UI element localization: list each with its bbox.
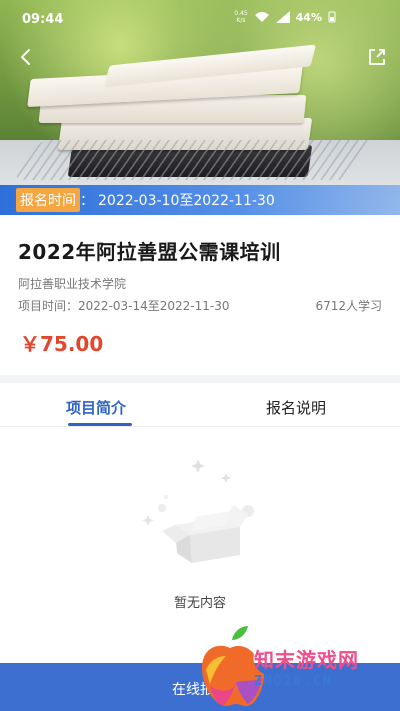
tab-bar: 项目简介 报名说明 [0,383,400,427]
battery-icon [328,11,336,23]
status-indicators: 0.45 K/s 44% [234,10,336,24]
course-price: ￥75.00 [20,332,104,356]
tab-registration-info[interactable]: 报名说明 [266,397,326,418]
watermark-url: ZMO28.CN [254,674,333,689]
battery-percent: 44% [295,10,322,24]
registration-label: 报名时间 [16,188,80,212]
registration-period-bar: 报名时间 ： 2022-03-10至2022-11-30 [0,185,400,215]
notebook-spiral [13,140,373,180]
share-icon[interactable] [366,46,388,68]
active-tab-indicator [68,423,132,426]
registration-range: 2022-03-10至2022-11-30 [98,193,275,209]
learner-count: 6712人学习 [315,299,382,313]
network-speed: 0.45 K/s [234,10,248,24]
hero-banner: 09:44 0.45 K/s 44% 报名时间 ： 2022-03-10至202… [0,0,400,215]
empty-state-text: 暂无内容 [173,596,226,611]
empty-box-icon [142,459,254,563]
wifi-icon [254,12,269,22]
chevron-left-icon[interactable] [14,45,38,69]
signal-icon [275,11,290,23]
status-bar: 09:44 0.45 K/s 44% [0,0,400,40]
course-title: 2022年阿拉善盟公需课培训 [18,240,281,264]
site-watermark: 知末游戏网 ZMO28.CN [196,622,400,711]
status-time: 09:44 [22,12,64,27]
project-time: 项目时间：2022-03-14至2022-11-30 [18,299,230,313]
tab-project-intro[interactable]: 项目简介 [66,397,126,418]
watermark-name: 知末游戏网 [254,648,359,672]
course-school: 阿拉善职业技术学院 [18,277,127,291]
registration-colon: ： [80,193,94,209]
course-info-card: 2022年阿拉善盟公需课培训 阿拉善职业技术学院 项目时间：2022-03-14… [0,215,400,375]
